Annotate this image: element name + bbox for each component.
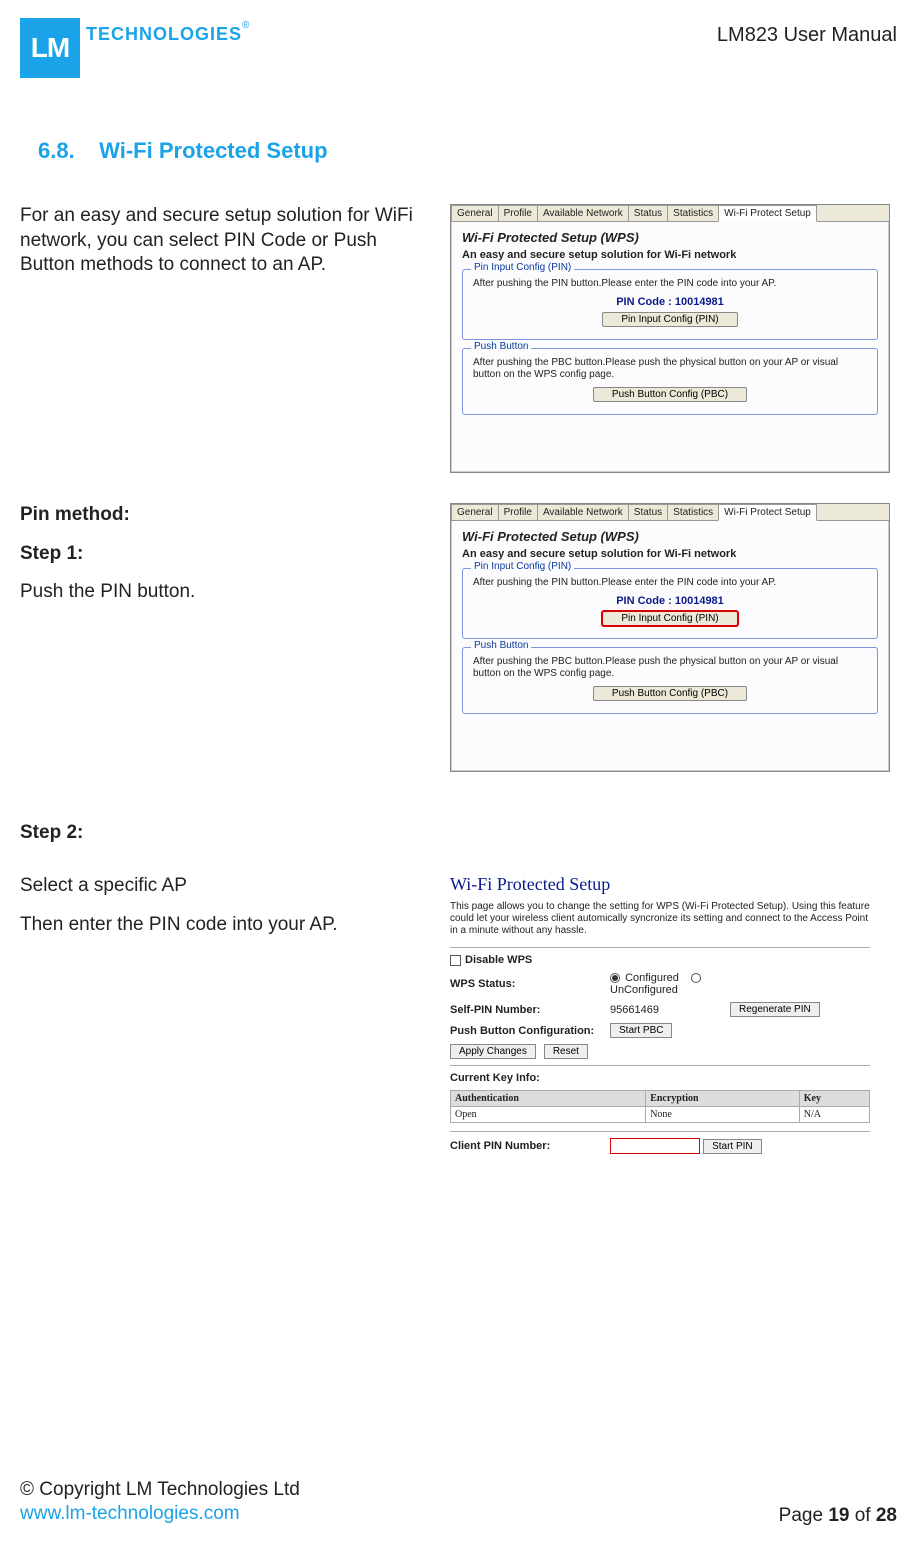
logo: LM TECHNOLOGIES ® [20,18,249,78]
page-header: LM TECHNOLOGIES ® LM823 User Manual [20,0,897,78]
pbc-fieldset: Push Button After pushing the PBC button… [462,348,878,415]
section-title-text: Wi-Fi Protected Setup [99,138,327,163]
tab-wifi-protect-setup-2[interactable]: Wi-Fi Protect Setup [718,504,817,521]
section-heading: 6.8. Wi-Fi Protected Setup [38,138,897,164]
wps-status-label: WPS Status: [450,978,610,990]
disable-wps-label: Disable WPS [465,954,532,966]
regenerate-pin-button[interactable]: Regenerate PIN [730,1002,820,1017]
page-total: 28 [876,1505,897,1526]
copyright-text: © Copyright LM Technologies Ltd [20,1478,300,1503]
step2-text1: Select a specific AP [20,874,420,899]
tab-general[interactable]: General [451,205,499,221]
document-title: LM823 User Manual [717,18,897,47]
pin-code-value: PIN Code : 10014981 [473,296,867,308]
tab-wifi-protect-setup[interactable]: Wi-Fi Protect Setup [718,205,817,222]
tab-profile-2[interactable]: Profile [498,504,538,520]
divider [450,947,870,948]
pbc-fieldset-2: Push Button After pushing the PBC button… [462,647,878,714]
logo-square-icon: LM [20,18,80,78]
intro-row: For an easy and secure setup solution fo… [20,204,897,473]
disable-wps-checkbox[interactable] [450,955,461,966]
push-button-config-button[interactable]: Push Button Config (PBC) [593,387,747,402]
current-key-info-label: Current Key Info: [450,1072,610,1084]
dialog-subtitle: An easy and secure setup solution for Wi… [462,249,878,261]
tab-profile[interactable]: Profile [498,205,538,221]
pbc-instruction: After pushing the PBC button.Please push… [473,357,867,381]
key-info-table: Authentication Encryption Key Open None … [450,1090,870,1123]
website-link[interactable]: www.lm-technologies.com [20,1503,240,1524]
pbc-legend: Push Button [471,341,531,352]
pin-input-config-button-highlighted[interactable]: Pin Input Config (PIN) [602,611,737,626]
step2-heading: Step 2: [20,822,897,844]
dialog-subtitle-2: An easy and secure setup solution for Wi… [462,548,878,560]
unconfigured-radio[interactable] [691,973,701,983]
reset-button[interactable]: Reset [544,1044,588,1059]
pbc-instruction-2: After pushing the PBC button.Please push… [473,656,867,680]
tab-general-2[interactable]: General [451,504,499,520]
logo-text: TECHNOLOGIES [86,18,242,45]
router-page-title: Wi-Fi Protected Setup [450,874,870,895]
dialog-title: Wi-Fi Protected Setup (WPS) [462,230,878,245]
page-sep: of [849,1505,875,1526]
tab-status[interactable]: Status [628,205,668,221]
pin-instruction: After pushing the PIN button.Please ente… [473,278,867,290]
section-number: 6.8. [38,138,75,163]
configured-radio[interactable] [610,973,620,983]
th-authentication: Authentication [451,1091,646,1107]
pin-legend: Pin Input Config (PIN) [471,262,574,273]
step1-row: Pin method: Step 1: Push the PIN button.… [20,503,897,772]
pin-code-value-2: PIN Code : 10014981 [473,595,867,607]
self-pin-label: Self-PIN Number: [450,1004,610,1016]
intro-paragraph: For an easy and secure setup solution fo… [20,204,420,278]
start-pin-button[interactable]: Start PIN [703,1139,762,1154]
pin-fieldset-2: Pin Input Config (PIN) After pushing the… [462,568,878,639]
page-current: 19 [828,1505,849,1526]
router-description: This page allows you to change the setti… [450,901,870,937]
apply-changes-button[interactable]: Apply Changes [450,1044,536,1059]
th-encryption: Encryption [646,1091,800,1107]
td-enc: None [646,1107,800,1123]
tab-statistics[interactable]: Statistics [667,205,719,221]
td-auth: Open [451,1107,646,1123]
page-prefix: Page [779,1505,829,1526]
unconfigured-label: UnConfigured [610,984,678,996]
step1-text: Push the PIN button. [20,580,420,605]
td-key: N/A [799,1107,869,1123]
dialog-title-2: Wi-Fi Protected Setup (WPS) [462,529,878,544]
pbc-config-label: Push Button Configuration: [450,1025,610,1037]
step1-heading: Step 1: [20,542,420,567]
wps-dialog-screenshot-1: General Profile Available Network Status… [450,204,890,473]
client-pin-input[interactable] [610,1138,700,1154]
tab-available-network[interactable]: Available Network [537,205,629,221]
registered-mark-icon: ® [242,18,249,31]
client-pin-label: Client PIN Number: [450,1140,610,1152]
tab-available-network-2[interactable]: Available Network [537,504,629,520]
th-key: Key [799,1091,869,1107]
pin-method-heading: Pin method: [20,503,420,528]
step2-text2: Then enter the PIN code into your AP. [20,913,420,938]
dialog-tabs: General Profile Available Network Status… [451,205,889,222]
configured-label: Configured [625,972,679,984]
page-footer: © Copyright LM Technologies Ltd www.lm-t… [20,1478,897,1527]
pin-legend-2: Pin Input Config (PIN) [471,561,574,572]
divider-2 [450,1065,870,1066]
router-admin-screenshot: Wi-Fi Protected Setup This page allows y… [450,874,870,1154]
pin-fieldset: Pin Input Config (PIN) After pushing the… [462,269,878,340]
pin-input-config-button[interactable]: Pin Input Config (PIN) [602,312,737,327]
dialog-tabs-2: General Profile Available Network Status… [451,504,889,521]
tab-statistics-2[interactable]: Statistics [667,504,719,520]
pin-instruction-2: After pushing the PIN button.Please ente… [473,577,867,589]
table-row: Open None N/A [451,1107,870,1123]
tab-status-2[interactable]: Status [628,504,668,520]
push-button-config-button-2[interactable]: Push Button Config (PBC) [593,686,747,701]
start-pbc-button[interactable]: Start PBC [610,1023,672,1038]
page-number: Page 19 of 28 [779,1505,897,1527]
wps-dialog-screenshot-2: General Profile Available Network Status… [450,503,890,772]
self-pin-value: 95661469 [610,1004,730,1016]
step2-row: Select a specific AP Then enter the PIN … [20,874,897,1160]
divider-3 [450,1131,870,1132]
pbc-legend-2: Push Button [471,640,531,651]
